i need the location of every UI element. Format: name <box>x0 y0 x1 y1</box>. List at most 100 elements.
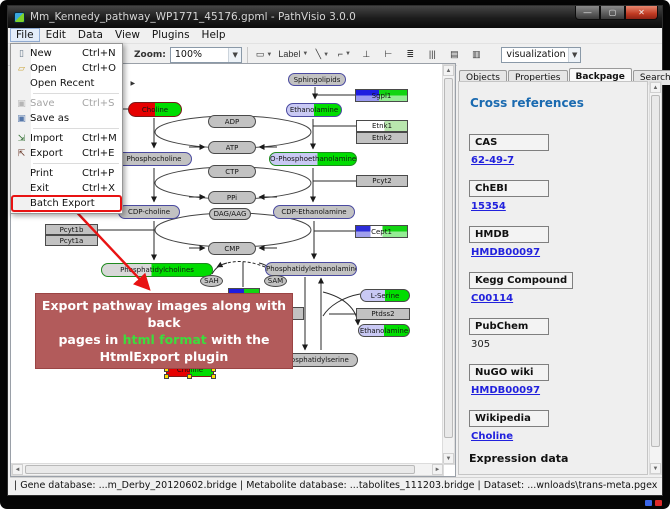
align-horizontal-center-icon: ⊥ <box>362 49 370 60</box>
xref-section-pubchem: PubChem305 <box>469 314 639 350</box>
screenshot-frame: Mm_Kennedy_pathway_WP1771_45176.gpml - P… <box>0 0 670 509</box>
status-text: | Gene database: ...m_Derby_20120602.bri… <box>14 480 657 491</box>
annotation-callout: Export pathway images along with backpag… <box>35 293 293 369</box>
align-horizontal-center-button[interactable]: ⊥ <box>355 46 377 64</box>
menu-item-shortcut: Ctrl+N <box>82 48 118 59</box>
menu-edit[interactable]: Edit <box>40 28 72 42</box>
scrollbar-thumb[interactable] <box>444 78 453 438</box>
file-menu-item-batch-export[interactable]: Batch Export <box>12 196 121 211</box>
minimize-button[interactable]: — <box>575 6 600 20</box>
align-vertical-center-icon: ⊢ <box>384 49 392 60</box>
menu-item-label: Open Recent <box>30 78 94 89</box>
zoom-combobox[interactable]: 100% ▼ <box>170 47 242 63</box>
menu-item-shortcut: Ctrl+P <box>82 168 118 179</box>
chevron-down-icon[interactable]: ▼ <box>568 48 580 62</box>
stack-horizontal-button[interactable]: ▥ <box>465 46 487 64</box>
chevron-down-icon[interactable]: ▼ <box>228 48 240 62</box>
menu-data[interactable]: Data <box>72 28 109 42</box>
menu-file[interactable]: File <box>10 28 40 42</box>
file-menu-item-import[interactable]: ⇲ImportCtrl+M <box>12 131 121 146</box>
line-button[interactable]: ╲▼ <box>311 46 333 64</box>
xref-link[interactable]: HMDB00097 <box>471 385 639 396</box>
chevron-down-icon: ▼ <box>345 51 351 57</box>
backpage-content: Cross references CAS 62-49-7 ChEBI 15354 HMD… <box>458 81 648 475</box>
xref-section-kegg-compound: Kegg Compound C00114 <box>469 268 639 304</box>
maximize-button[interactable]: ▢ <box>600 6 625 20</box>
xref-title: NuGO wiki <box>469 364 549 381</box>
callout-line: pages in html format with the <box>38 331 290 348</box>
menu-bar: FileEditDataViewPluginsHelp <box>8 28 662 44</box>
xref-title: ChEBI <box>469 180 549 197</box>
xref-section-hmdb: HMDBHMDB00097 <box>469 222 639 258</box>
file-menu-item-exit[interactable]: ExitCtrl+X <box>12 181 121 196</box>
xref-link[interactable]: C00114 <box>471 293 639 304</box>
zoom-label: Zoom: <box>134 50 166 60</box>
xref-title: Kegg Compound <box>469 272 573 289</box>
scrollbar-thumb[interactable] <box>651 95 660 447</box>
file-menu: ▯NewCtrl+N▱OpenCtrl+OOpen Recent▶▣SaveCt… <box>10 43 123 214</box>
menu-help[interactable]: Help <box>196 28 232 42</box>
xref-link[interactable]: HMDB00097 <box>471 247 639 258</box>
menu-plugins[interactable]: Plugins <box>146 28 196 42</box>
label-button[interactable]: Label▼ <box>275 45 311 63</box>
file-menu-item-open[interactable]: ▱OpenCtrl+O <box>12 61 121 76</box>
scroll-up-icon[interactable]: ▲ <box>650 82 661 93</box>
open-folder-icon: ▱ <box>13 64 30 74</box>
menu-item-label: New <box>30 48 82 59</box>
xref-section-nugo-wiki: NuGO wiki HMDB00097 <box>469 360 639 396</box>
stack-vertical-button[interactable]: ▤ <box>443 46 465 64</box>
file-menu-item-save: ▣SaveCtrl+S <box>12 96 121 111</box>
cross-references-heading: Cross references <box>470 96 639 110</box>
align-vertical-center-button[interactable]: ⊢ <box>377 46 399 64</box>
label-icon: Label <box>278 49 300 59</box>
datanode-button[interactable]: ▭▼ <box>253 46 275 64</box>
scroll-down-icon[interactable]: ▼ <box>443 453 454 464</box>
menu-item-label: Import <box>30 133 82 144</box>
stack-horizontal-icon: ▥ <box>472 49 481 60</box>
line-icon: ╲ <box>316 49 321 60</box>
xref-section-wikipedia: WikipediaCholine <box>469 406 639 442</box>
submenu-arrow-icon: ▶ <box>130 80 135 87</box>
xref-link[interactable]: 15354 <box>471 201 639 212</box>
chevron-down-icon: ▼ <box>323 52 329 58</box>
scroll-left-icon[interactable]: ◄ <box>12 464 23 475</box>
file-menu-item-save-as[interactable]: ▣Save as <box>12 111 121 126</box>
taskbar-dot-red <box>655 500 662 506</box>
window-title: Mm_Kennedy_pathway_WP1771_45176.gpml - P… <box>30 11 356 23</box>
menu-item-shortcut: Ctrl+E <box>82 148 118 159</box>
menu-view[interactable]: View <box>109 28 146 42</box>
menu-item-label: Save <box>30 98 82 109</box>
connector-button[interactable]: ⌐▼ <box>333 45 355 63</box>
file-menu-item-new[interactable]: ▯NewCtrl+N <box>12 46 121 61</box>
file-menu-item-export[interactable]: ⇱ExportCtrl+E <box>12 146 121 161</box>
stack-vertical-icon: ▤ <box>450 49 459 60</box>
file-menu-item-open-recent[interactable]: Open Recent▶ <box>12 76 121 91</box>
scroll-right-icon[interactable]: ► <box>432 464 443 475</box>
distribute-vertical-button[interactable]: ≣ <box>399 46 421 64</box>
xref-link[interactable]: Choline <box>471 431 639 442</box>
side-panel-tabs: ObjectsPropertiesBackpageSearchLegend <box>459 65 670 81</box>
menu-item-shortcut: Ctrl+S <box>82 98 118 109</box>
scroll-up-icon[interactable]: ▲ <box>443 65 454 76</box>
save-icon: ▣ <box>13 99 30 109</box>
window-controls: — ▢ ✕ <box>575 6 658 20</box>
distribute-horizontal-button[interactable]: ||| <box>421 45 443 63</box>
status-bar: | Gene database: ...m_Derby_20120602.bri… <box>10 477 662 493</box>
desktop-icons <box>645 500 662 506</box>
menu-item-label: Batch Export <box>30 198 95 209</box>
xref-link[interactable]: 62-49-7 <box>471 155 639 166</box>
scroll-down-icon[interactable]: ▼ <box>650 463 661 474</box>
save-as-icon: ▣ <box>13 114 30 124</box>
close-button[interactable]: ✕ <box>625 6 658 20</box>
scrollbar-thumb[interactable] <box>25 465 415 474</box>
distribute-vertical-icon: ≣ <box>407 49 415 60</box>
file-menu-item-print[interactable]: PrintCtrl+P <box>12 166 121 181</box>
xref-title: CAS <box>469 134 549 151</box>
title-bar[interactable]: Mm_Kennedy_pathway_WP1771_45176.gpml - P… <box>8 6 662 28</box>
visualization-value: visualization <box>506 49 565 60</box>
menu-item-shortcut: Ctrl+M <box>82 133 118 144</box>
visualization-combobox[interactable]: visualization ▼ <box>501 47 581 63</box>
expression-data-heading: Expression data <box>469 452 639 465</box>
export-icon: ⇱ <box>13 149 30 159</box>
panel-scrollbar[interactable]: ▲ ▼ <box>649 81 662 475</box>
